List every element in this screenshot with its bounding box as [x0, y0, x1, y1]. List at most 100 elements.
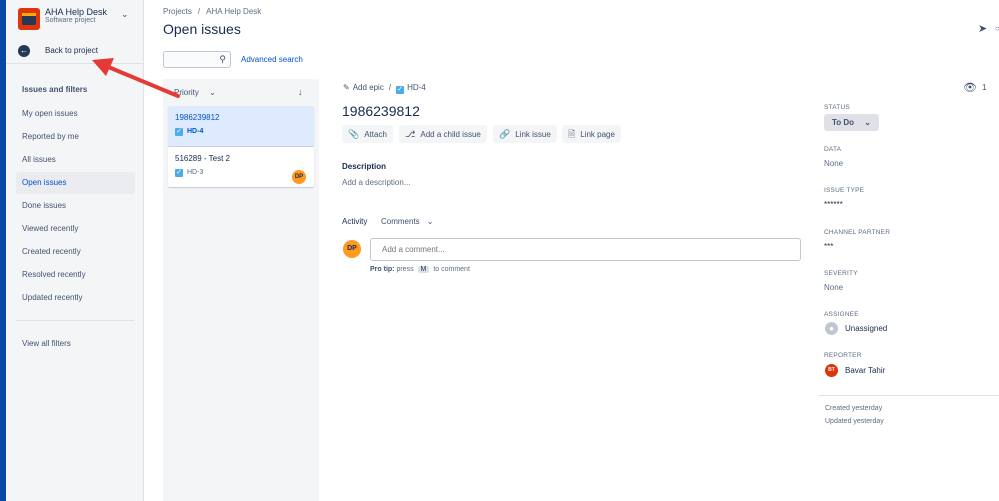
sidebar-item-resolved-recently[interactable]: Resolved recently: [16, 264, 135, 286]
sidebar-item-all-issues[interactable]: All issues: [16, 149, 135, 171]
project-type: Software project: [45, 17, 96, 24]
avatar: DP: [292, 170, 306, 184]
search-field: ⚲: [163, 51, 231, 68]
add-epic-link[interactable]: Add epic: [353, 83, 384, 92]
keyboard-shortcut: M: [417, 266, 430, 273]
reporter-label: REPORTER: [824, 352, 862, 359]
back-to-project-button[interactable]: ← Back to project: [6, 40, 144, 64]
add-child-issue-button[interactable]: ⎇ Add a child issue: [399, 125, 487, 143]
issue-title[interactable]: 1986239812: [342, 103, 420, 119]
chevron-down-icon: ⌄: [864, 118, 871, 127]
sidebar-item-updated-recently[interactable]: Updated recently: [16, 287, 135, 309]
project-name: AHA Help Desk: [45, 7, 108, 17]
issue-card-title: 1986239812: [175, 113, 220, 122]
channel-partner-label: CHANNEL PARTNER: [824, 229, 891, 236]
watch-icon[interactable]: 👁: [963, 81, 977, 94]
issue-card-title: 516289 - Test 2: [175, 154, 231, 163]
sort-label: Priority: [174, 88, 199, 97]
severity-value[interactable]: None: [824, 283, 843, 292]
project-switcher[interactable]: AHA Help Desk Software project ⌄: [18, 6, 140, 30]
pro-tip-label: Pro tip:: [370, 266, 395, 273]
task-type-icon: ✓: [175, 169, 183, 177]
arrow-left-icon: ←: [18, 45, 30, 57]
link-issue-label: Link issue: [515, 130, 551, 139]
issue-card-key: HD-4: [187, 128, 204, 135]
pro-tip-press: press: [396, 266, 414, 273]
pro-tip: Pro tip: press M to comment: [370, 266, 470, 273]
status-dropdown[interactable]: To Do ⌄: [824, 114, 879, 131]
issue-card-key: HD-3: [187, 169, 204, 176]
sidebar-item-reported-by-me[interactable]: Reported by me: [16, 126, 135, 148]
sidebar-divider: [16, 320, 134, 321]
breadcrumb: Projects / AHA Help Desk: [163, 7, 267, 16]
data-value[interactable]: None: [824, 159, 843, 168]
view-all-filters-link[interactable]: View all filters: [16, 333, 135, 355]
sidebar-item-viewed-recently[interactable]: Viewed recently: [16, 218, 135, 240]
task-type-icon: ✓: [396, 86, 405, 94]
comments-label: Comments: [381, 217, 420, 226]
sidebar-item-open-issues[interactable]: Open issues: [16, 172, 135, 194]
issue-type-value[interactable]: ******: [824, 200, 843, 209]
activity-filter-dropdown[interactable]: Comments ⌄: [381, 217, 433, 226]
link-icon: 🔗: [499, 129, 511, 139]
pro-tip-rest: to comment: [433, 266, 470, 273]
description-field[interactable]: Add a description...: [342, 178, 410, 187]
page-icon: 🗎: [568, 129, 576, 139]
attach-label: Attach: [364, 130, 387, 139]
avatar: DP: [343, 240, 361, 258]
attach-button[interactable]: 📎 Attach: [342, 125, 393, 143]
issue-card[interactable]: 1986239812 ✓ HD-4: [168, 106, 314, 146]
reporter-value: Bavar Tahir: [845, 366, 886, 375]
paperclip-icon: 📎: [348, 129, 360, 139]
issue-key-link[interactable]: HD-4: [407, 83, 426, 92]
breadcrumb-projects[interactable]: Projects: [163, 7, 192, 16]
status-value: To Do: [832, 118, 855, 127]
add-child-label: Add a child issue: [420, 130, 481, 139]
link-page-button[interactable]: 🗎 Link page: [562, 125, 621, 143]
created-date: Created yesterday: [825, 405, 883, 412]
comment-input[interactable]: [371, 239, 791, 259]
breadcrumb-separator: /: [388, 83, 392, 92]
comment-field: [370, 238, 801, 261]
description-label: Description: [342, 162, 387, 171]
issue-card[interactable]: 516289 - Test 2 ✓ HD-3 DP: [168, 147, 314, 187]
page-title: Open issues: [163, 21, 241, 37]
pencil-icon: ✎: [343, 83, 350, 92]
data-label: DATA: [824, 146, 842, 153]
breadcrumb-project[interactable]: AHA Help Desk: [206, 7, 261, 16]
search-input[interactable]: [164, 53, 216, 68]
assignee-value: Unassigned: [845, 324, 888, 333]
advanced-search-link[interactable]: Advanced search: [241, 55, 303, 64]
chevron-down-icon: ⌄: [209, 88, 216, 97]
user-icon: ●: [825, 322, 838, 335]
activity-label: Activity: [342, 217, 368, 226]
project-logo-icon: [18, 8, 40, 30]
severity-label: SEVERITY: [824, 270, 858, 277]
details-divider: [819, 395, 999, 396]
link-page-label: Link page: [580, 130, 615, 139]
updated-date: Updated yesterday: [825, 418, 884, 425]
status-label: STATUS: [824, 104, 850, 111]
issue-list-panel: Priority ⌄ ↓ 1986239812 ✓ HD-4 516289 - …: [163, 79, 319, 501]
issue-type-label: ISSUE TYPE: [824, 187, 865, 194]
sort-direction-icon[interactable]: ↓: [298, 87, 303, 97]
issue-breadcrumb: ✎ Add epic / ✓ HD-4: [343, 83, 426, 94]
channel-partner-value[interactable]: ***: [824, 242, 833, 251]
chevron-down-icon: ⌄: [426, 217, 434, 226]
watcher-count: 1: [982, 83, 987, 92]
search-icon[interactable]: ⚲: [219, 54, 226, 65]
avatar: BT: [825, 364, 838, 377]
sidebar-item-created-recently[interactable]: Created recently: [16, 241, 135, 263]
chevron-down-icon[interactable]: ⌄: [121, 9, 129, 20]
megaphone-icon[interactable]: ➤: [978, 22, 987, 35]
sidebar-section-title: Issues and filters: [22, 85, 88, 94]
assignee-label: ASSIGNEE: [824, 311, 859, 318]
sidebar-item-my-open-issues[interactable]: My open issues: [16, 103, 135, 125]
sort-dropdown[interactable]: Priority ⌄: [174, 88, 216, 97]
feedback-icon[interactable]: ○: [995, 24, 999, 33]
task-type-icon: ✓: [175, 128, 183, 136]
back-to-project-label: Back to project: [45, 46, 98, 55]
hierarchy-icon: ⎇: [405, 129, 416, 139]
sidebar-item-done-issues[interactable]: Done issues: [16, 195, 135, 217]
link-issue-button[interactable]: 🔗 Link issue: [493, 125, 557, 143]
